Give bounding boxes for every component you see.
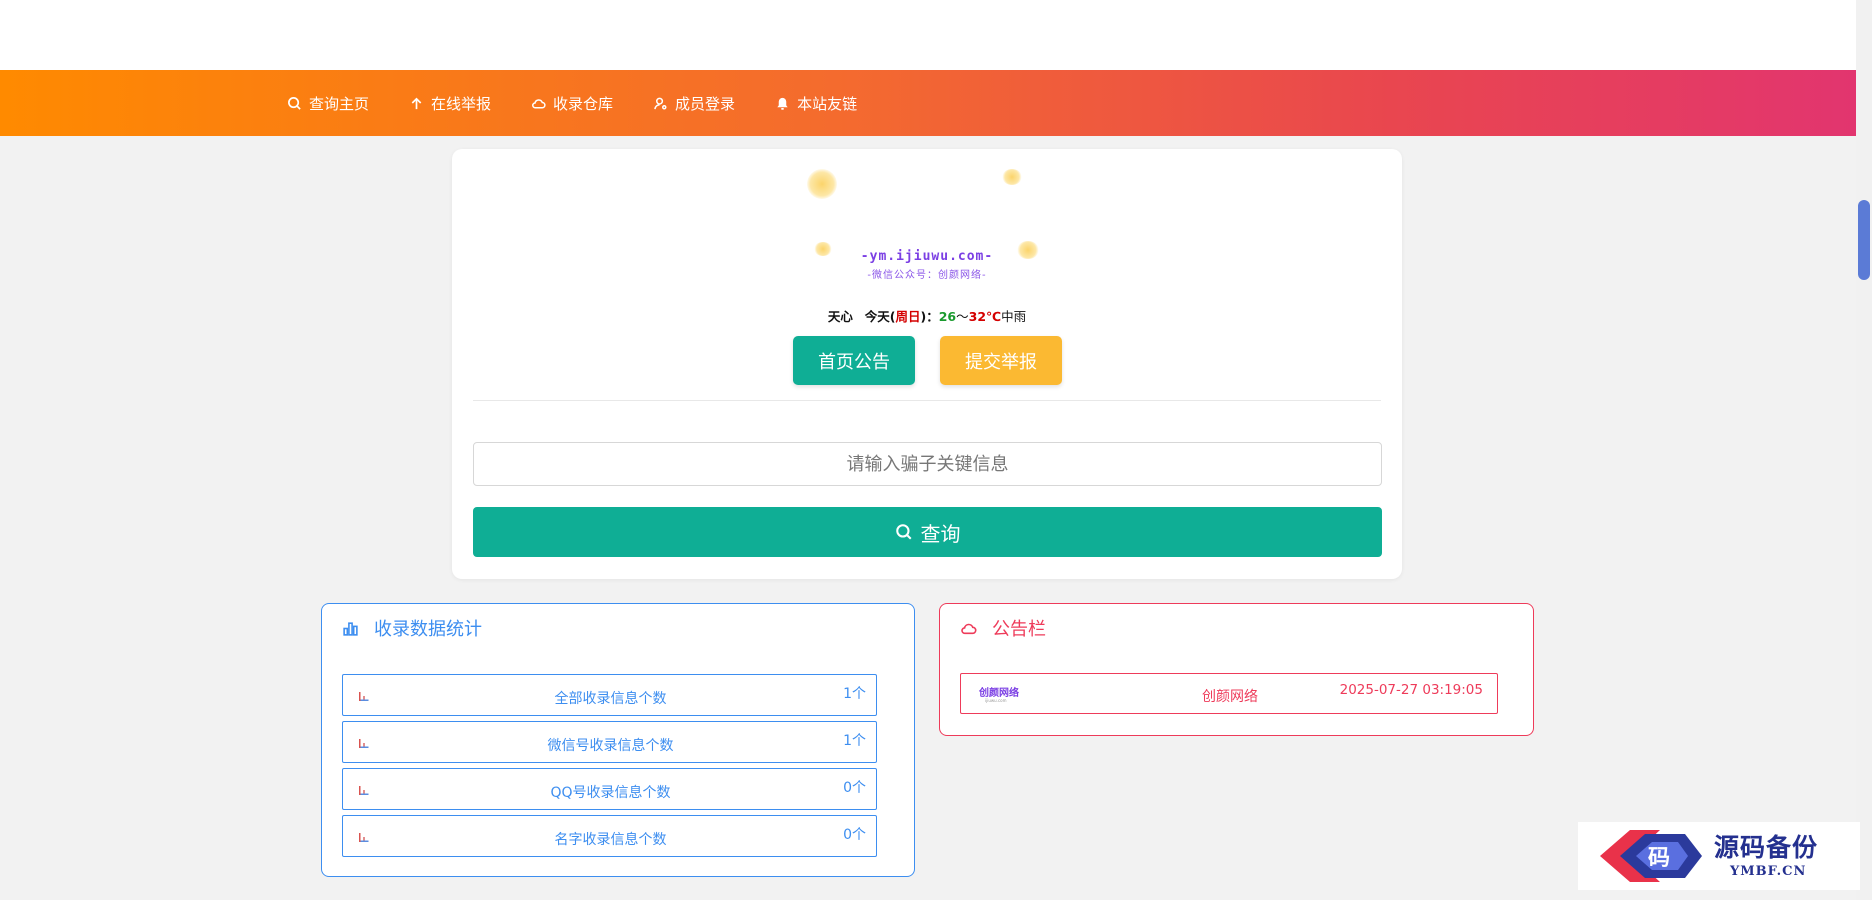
notice-item-time: 2025-07-27 03:19:05	[1339, 682, 1483, 698]
weather-today-suffix: )：	[920, 309, 939, 324]
cloud-icon	[532, 98, 546, 108]
arrow-up-icon	[411, 97, 422, 109]
user-icon	[654, 97, 667, 109]
top-blank-bar	[0, 0, 1856, 70]
notice-panel-title: 公告栏	[960, 615, 1046, 641]
stat-label: QQ号收录信息个数	[550, 785, 671, 801]
watermark: 码 源码备份 YMBF.CN	[1578, 822, 1860, 890]
weather-sep: ～	[956, 309, 969, 324]
search-input[interactable]	[473, 442, 1382, 486]
nav-item-label: 本站友链	[797, 94, 858, 113]
stats-title-text: 收录数据统计	[374, 619, 482, 640]
nav-item-friend-links[interactable]: 本站友链	[775, 93, 857, 114]
notice-panel: 公告栏 创颜网络 ijiuwu.com 创颜网络 2025-07-27 03:1…	[939, 603, 1534, 736]
stat-row: QQ号收录信息个数 0个	[342, 768, 877, 810]
notice-title-text: 公告栏	[992, 619, 1046, 640]
stat-value: 0个	[843, 827, 866, 843]
site-logo: -ym.ijiuwu.com- -微信公众号：创颜网络-	[802, 169, 1052, 284]
logo-sub-text: -微信公众号：创颜网络-	[867, 270, 987, 281]
weather-city: 天心	[827, 309, 853, 324]
stat-value: 1个	[843, 733, 866, 749]
home-notice-button[interactable]: 首页公告	[793, 336, 915, 385]
watermark-logo: 码	[1600, 830, 1702, 882]
stat-row: 名字收录信息个数 0个	[342, 815, 877, 857]
stat-row: 全部收录信息个数 1个	[342, 674, 877, 716]
watermark-text: 源码备份	[1714, 833, 1819, 862]
submit-report-button[interactable]: 提交举报	[940, 336, 1062, 385]
search-icon	[895, 524, 911, 540]
nav-item-home[interactable]: 查询主页	[287, 93, 369, 114]
weather-high: 32	[968, 309, 987, 324]
weather-info: 天心 今天(周日)：26～32℃中雨	[452, 306, 1402, 325]
logo-url-text: -ym.ijiuwu.com-	[860, 249, 994, 264]
sun-decoration	[1002, 169, 1022, 185]
main-nav: 查询主页 在线举报 收录仓库 成员登录 本站友链	[0, 70, 1856, 136]
nav-item-repository[interactable]: 收录仓库	[531, 93, 613, 114]
stats-panel: 收录数据统计 全部收录信息个数 1个 微信号收录信息个数 1个 QQ号收录信息个…	[321, 603, 915, 877]
weather-low: 26	[938, 309, 957, 324]
notice-item[interactable]: 创颜网络 ijiuwu.com 创颜网络 2025-07-27 03:19:05	[960, 673, 1498, 714]
scrollbar-thumb[interactable]	[1858, 200, 1870, 280]
search-icon	[288, 96, 301, 110]
nav-item-label: 成员登录	[675, 94, 736, 113]
watermark-glyph: 码	[1648, 845, 1670, 871]
nav-item-login[interactable]: 成员登录	[653, 93, 735, 114]
nav-item-label: 收录仓库	[553, 94, 614, 113]
stat-label: 全部收录信息个数	[554, 691, 667, 707]
stat-label: 名字收录信息个数	[554, 832, 667, 848]
search-button-label: 查询	[920, 521, 961, 546]
nav-item-label: 在线举报	[431, 94, 492, 113]
search-card: -ym.ijiuwu.com- -微信公众号：创颜网络- 天心 今天(周日)：2…	[452, 149, 1402, 579]
stats-panel-title: 收录数据统计	[342, 615, 482, 641]
weather-today-prefix: 今天(	[864, 309, 896, 324]
page-scrollbar[interactable]	[1856, 0, 1872, 900]
watermark-sub: YMBF.CN	[1730, 864, 1807, 879]
stat-value: 0个	[843, 780, 866, 796]
weather-condition: 中雨	[1001, 309, 1027, 324]
divider	[473, 400, 1381, 401]
nav-item-report[interactable]: 在线举报	[409, 93, 491, 114]
stat-value: 1个	[843, 686, 866, 702]
sun-decoration	[807, 169, 837, 199]
weather-unit: ℃	[986, 309, 1002, 324]
bell-icon	[777, 97, 788, 110]
weather-weekday: 周日	[895, 309, 921, 324]
nav-item-label: 查询主页	[309, 94, 370, 113]
bar-chart-icon	[343, 621, 358, 636]
stat-row: 微信号收录信息个数 1个	[342, 721, 877, 763]
search-button[interactable]: 查询	[473, 507, 1382, 557]
stat-label: 微信号收录信息个数	[547, 738, 674, 754]
cloud-icon	[961, 623, 977, 634]
